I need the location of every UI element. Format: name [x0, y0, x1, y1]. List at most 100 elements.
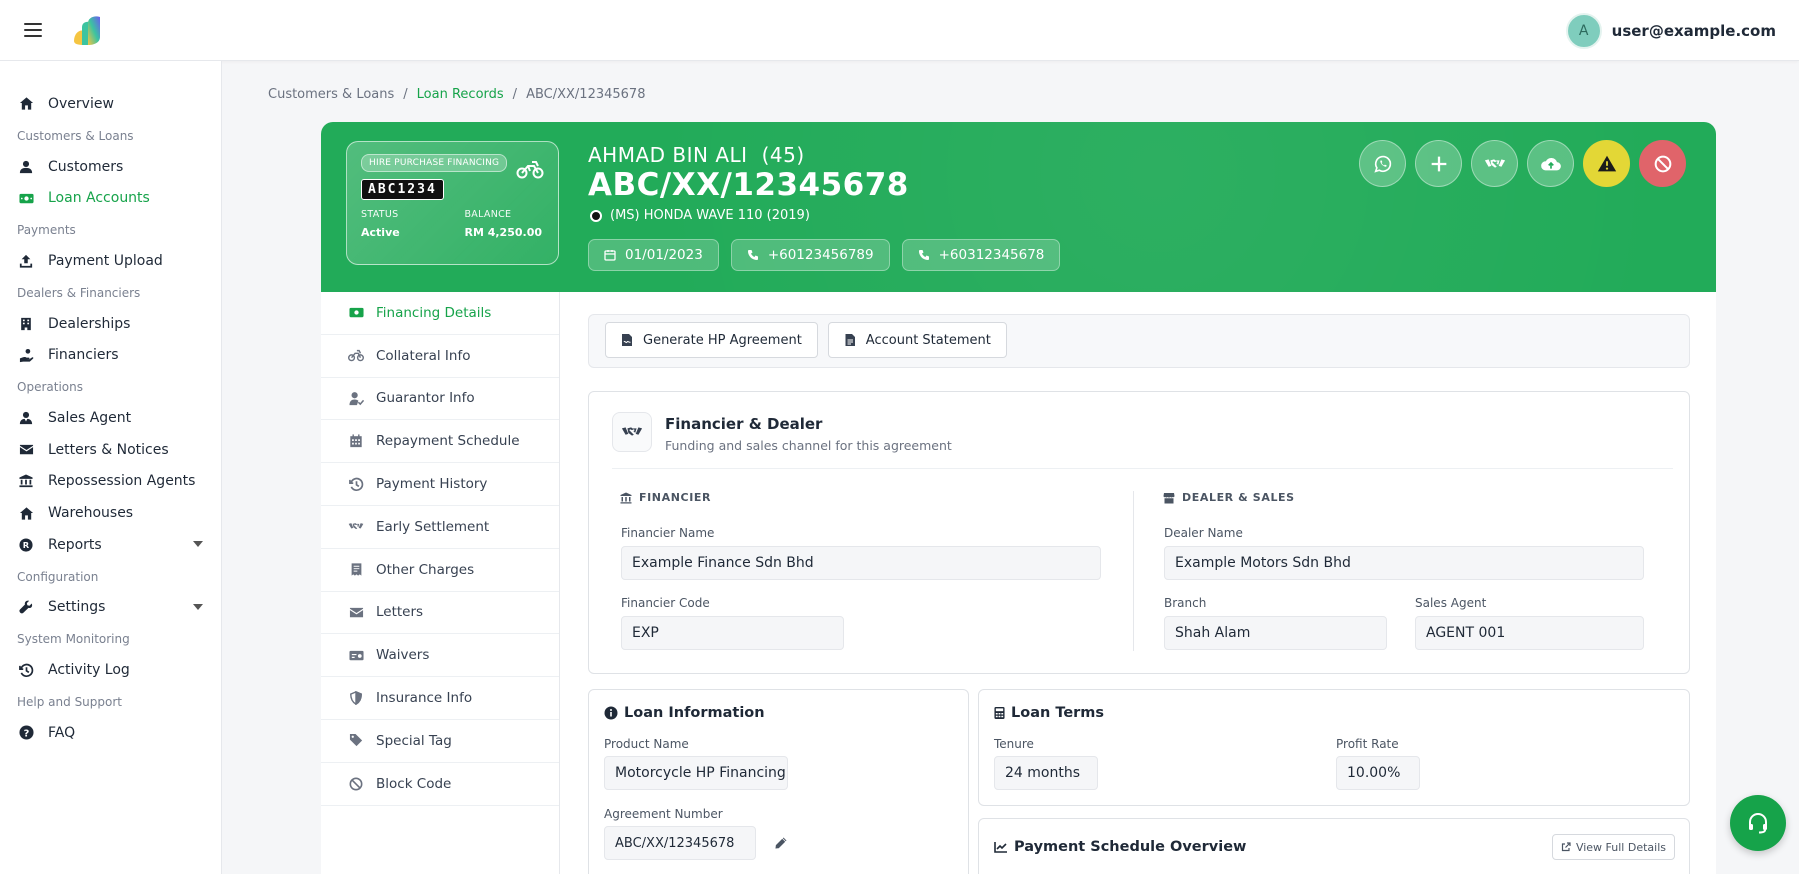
- tab-guarantor-info[interactable]: Guarantor Info: [321, 378, 559, 421]
- financier-dealer-header: Financier & Dealer Funding and sales cha…: [612, 412, 952, 453]
- phone-chip[interactable]: +60312345678: [901, 239, 1061, 271]
- contact-chips: 01/01/2023 +60123456789 +60312345678: [588, 239, 1061, 271]
- user-menu[interactable]: A user@example.com: [1565, 13, 1776, 49]
- chevron-down-icon[interactable]: [193, 603, 203, 610]
- tab-label: Letters: [376, 604, 424, 621]
- add-button[interactable]: [1415, 140, 1462, 187]
- document-actions-bar: Generate HP Agreement Account Statement: [588, 314, 1690, 368]
- warning-button[interactable]: [1583, 140, 1630, 187]
- product-name-field[interactable]: Motorcycle HP Financing: [604, 756, 788, 790]
- warning-icon: [1597, 155, 1616, 171]
- sidebar-section-label: Help and Support: [17, 694, 122, 709]
- avatar[interactable]: A: [1565, 13, 1602, 49]
- record-tabs: Financing Details Collateral Info Guaranto…: [321, 292, 560, 874]
- vehicle-color-dot: [590, 209, 602, 222]
- tab-other-charges[interactable]: Other Charges: [321, 549, 559, 592]
- dealer-name-field[interactable]: Example Motors Sdn Bhd: [1164, 546, 1644, 580]
- sidebar-item-label: Letters & Notices: [48, 441, 169, 458]
- info-circle-icon: [604, 706, 618, 720]
- tab-repayment-schedule[interactable]: Repayment Schedule: [321, 420, 559, 464]
- sidebar-item-repossession-agents[interactable]: Repossession Agents: [0, 466, 221, 498]
- branch-field[interactable]: Shah Alam: [1164, 616, 1387, 650]
- balance-label: BALANCE: [464, 209, 512, 220]
- sidebar-item-label: Payment Upload: [48, 252, 163, 269]
- sidebar-item-settings[interactable]: Settings: [0, 592, 221, 624]
- breadcrumb-loan-records[interactable]: Loan Records: [417, 87, 504, 102]
- money-icon: [18, 190, 34, 206]
- sidebar-item-faq[interactable]: ? FAQ: [0, 717, 221, 749]
- tab-special-tag[interactable]: Special Tag: [321, 720, 559, 763]
- profit-rate-field[interactable]: 10.00%: [1336, 756, 1420, 790]
- external-link-icon: [1561, 842, 1571, 852]
- tenure-field[interactable]: 24 months: [994, 756, 1098, 790]
- edit-pencil-icon[interactable]: [774, 836, 788, 850]
- financier-code-label: Financier Code: [621, 596, 710, 610]
- user-icon: [18, 159, 34, 175]
- phone-mobile: +60123456789: [767, 247, 874, 263]
- sidebar-item-reports[interactable]: R Reports: [0, 529, 221, 561]
- sidebar-item-label: Repossession Agents: [48, 473, 196, 490]
- sidebar-section-label: Configuration: [17, 569, 99, 584]
- sidebar-section-label: Customers & Loans: [17, 128, 134, 143]
- hand-coin-icon: [18, 347, 34, 363]
- sidebar-item-letters-and-notices[interactable]: Letters & Notices: [0, 434, 221, 466]
- tab-payment-history[interactable]: Payment History: [321, 463, 559, 506]
- view-full-details-button[interactable]: View Full Details: [1551, 834, 1675, 860]
- financing-type-badge: HIRE PURCHASE FINANCING: [361, 154, 508, 172]
- sidebar-item-label: Reports: [48, 536, 102, 553]
- sidebar-item-dealerships[interactable]: Dealerships: [0, 308, 221, 340]
- sidebar-item-sales-agent[interactable]: Sales Agent: [0, 402, 221, 434]
- branch-label: Branch: [1164, 596, 1207, 610]
- customer-age: (45): [761, 143, 805, 167]
- financing-details-panel: Generate HP Agreement Account Statement …: [560, 292, 1716, 874]
- tab-insurance-info[interactable]: Insurance Info: [321, 677, 559, 720]
- financier-code-field[interactable]: EXP: [621, 616, 844, 650]
- sales-agent-field[interactable]: AGENT 001: [1415, 616, 1644, 650]
- sidebar-item-label: Activity Log: [48, 662, 130, 679]
- sidebar-item-label: Dealerships: [48, 315, 131, 332]
- tags-icon: [348, 733, 364, 749]
- handshake-icon: [1484, 158, 1505, 168]
- financier-name-field[interactable]: Example Finance Sdn Bhd: [621, 546, 1101, 580]
- status-label: STATUS: [361, 209, 399, 220]
- tab-collateral-info[interactable]: Collateral Info: [321, 335, 559, 378]
- start-date-chip: 01/01/2023: [588, 239, 719, 271]
- generate-hp-agreement-button[interactable]: Generate HP Agreement: [605, 322, 818, 358]
- menu-toggle-icon[interactable]: [24, 23, 42, 37]
- whatsapp-button[interactable]: [1359, 140, 1406, 187]
- sidebar-item-overview[interactable]: Overview: [0, 88, 221, 120]
- sidebar-item-customers[interactable]: Customers: [0, 151, 221, 183]
- question-icon: ?: [18, 725, 34, 741]
- breadcrumb-root[interactable]: Customers & Loans: [268, 87, 394, 102]
- loan-information-panel: Loan Information Product Name Motorcycle…: [588, 689, 969, 874]
- chevron-down-icon[interactable]: [193, 540, 203, 547]
- tab-waivers[interactable]: Waivers: [321, 634, 559, 678]
- tab-block-code[interactable]: Block Code: [321, 763, 559, 806]
- settlement-button[interactable]: [1471, 140, 1518, 187]
- upload-cloud-button[interactable]: [1527, 140, 1574, 187]
- phone-office: +60312345678: [938, 247, 1045, 263]
- user-email[interactable]: user@example.com: [1612, 22, 1776, 40]
- tab-financing-details[interactable]: Financing Details: [321, 292, 559, 335]
- account-statement-button[interactable]: Account Statement: [827, 322, 1007, 358]
- plate-number: ABC1234: [361, 179, 444, 200]
- dealer-section-label: DEALER & SALES: [1163, 491, 1295, 504]
- envelope-icon: [18, 442, 34, 458]
- column-divider: [1133, 491, 1134, 651]
- handshake-icon: [612, 412, 652, 452]
- sidebar-item-payment-upload[interactable]: Payment Upload: [0, 245, 221, 277]
- sidebar-item-warehouses[interactable]: Warehouses: [0, 497, 221, 529]
- sidebar-item-loan-accounts[interactable]: Loan Accounts: [0, 182, 221, 214]
- agreement-number-label: Agreement Number: [604, 807, 723, 821]
- tab-early-settlement[interactable]: Early Settlement: [321, 506, 559, 549]
- support-chat-button[interactable]: [1730, 795, 1786, 851]
- sidebar-item-financiers[interactable]: Financiers: [0, 339, 221, 371]
- app-logo[interactable]: [70, 13, 106, 49]
- tab-letters[interactable]: Letters: [321, 592, 559, 635]
- block-button[interactable]: [1639, 140, 1686, 187]
- sidebar-section-label: System Monitoring: [17, 632, 130, 647]
- sidebar-item-activity-log[interactable]: Activity Log: [0, 654, 221, 686]
- phone-chip[interactable]: +60123456789: [730, 239, 890, 271]
- agreement-number-field[interactable]: ABC/XX/12345678: [604, 826, 756, 860]
- tab-label: Special Tag: [376, 732, 452, 749]
